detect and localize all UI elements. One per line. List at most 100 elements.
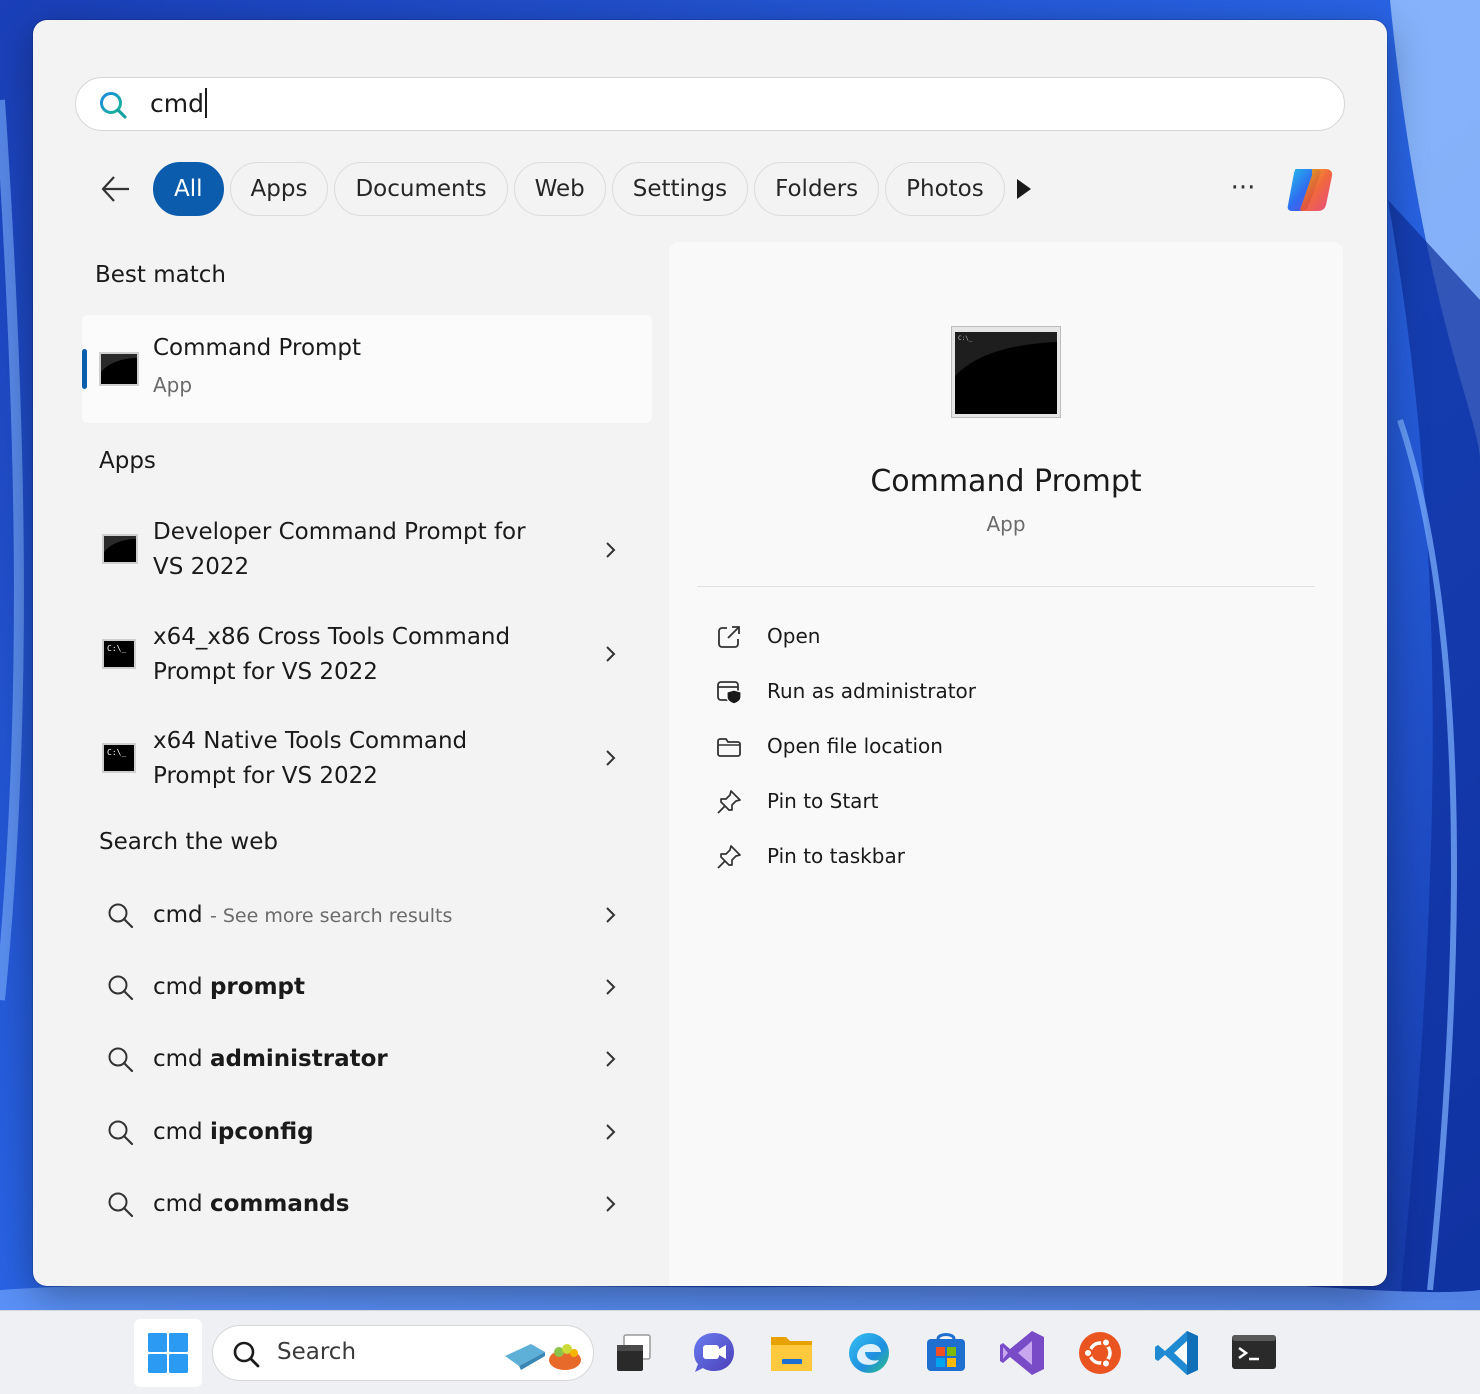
action-open-file-location[interactable]: Open file location (715, 728, 1115, 768)
action-label: Pin to Start (767, 789, 879, 813)
app-name-line: x64_x86 Cross Tools Command (153, 624, 511, 650)
chevron-right-icon[interactable] (602, 1194, 618, 1214)
filter-tabs: All Apps Documents Web Settings Folders … (153, 162, 1005, 218)
tab-web[interactable]: Web (513, 162, 606, 216)
web-query: cmd (153, 902, 203, 928)
command-prompt-icon: C:\_ (951, 326, 1061, 418)
ubuntu-button[interactable] (1074, 1327, 1126, 1379)
action-label: Pin to taskbar (767, 844, 905, 868)
action-pin-to-start[interactable]: Pin to Start (715, 783, 1115, 823)
best-match-item[interactable]: Command Prompt App (82, 315, 652, 423)
app-name-line: Prompt for VS 2022 (153, 659, 378, 685)
web-query: cmd (153, 1119, 203, 1145)
taskbar: Search (0, 1310, 1480, 1394)
terminal-button[interactable] (1228, 1327, 1280, 1379)
divider (697, 586, 1315, 587)
text-caret (204, 88, 207, 118)
taskbar-search-label: Search (277, 1339, 357, 1365)
scroll-right-icon[interactable] (1007, 172, 1041, 206)
search-icon (108, 1120, 134, 1146)
web-query: cmd (153, 1191, 203, 1217)
teams-icon (694, 1333, 734, 1372)
search-panel: cmd All Apps Documents Web Settings Fold… (33, 20, 1387, 1286)
web-result[interactable]: cmd administrator (82, 1040, 652, 1080)
web-result-see-more[interactable]: cmd - See more search results (82, 896, 652, 936)
tab-all[interactable]: All (153, 162, 224, 216)
vscode-icon (1155, 1331, 1198, 1375)
chevron-right-icon[interactable] (602, 540, 618, 560)
web-result[interactable]: cmd ipconfig (82, 1113, 652, 1153)
back-arrow-icon[interactable] (99, 172, 133, 206)
windows-logo-icon (148, 1333, 188, 1373)
task-view-icon (617, 1334, 651, 1371)
folder-icon (717, 738, 741, 757)
best-match-heading: Best match (95, 262, 226, 288)
list-item-x64-x86-cross-tools[interactable]: C:\_ x64_x86 Cross Tools Command Prompt f… (82, 617, 652, 695)
command-prompt-icon (99, 352, 139, 386)
web-query-suggestion: prompt (209, 974, 306, 1000)
search-icon (108, 1192, 134, 1218)
chevron-right-icon[interactable] (602, 644, 618, 664)
web-result[interactable]: cmd prompt (82, 968, 652, 1008)
tab-apps[interactable]: Apps (229, 162, 329, 216)
tab-documents[interactable]: Documents (334, 162, 508, 216)
vscode-button[interactable] (1151, 1327, 1203, 1379)
search-web-heading: Search the web (99, 829, 278, 855)
web-query-suggestion: administrator (209, 1046, 388, 1072)
action-label: Run as administrator (767, 679, 977, 703)
shield-window-icon (717, 681, 742, 705)
action-open[interactable]: Open (715, 618, 1115, 658)
search-icon (108, 1047, 134, 1073)
web-query-suggestion: commands (209, 1191, 350, 1217)
chevron-right-icon[interactable] (602, 748, 618, 768)
task-view-button[interactable] (608, 1327, 660, 1379)
search-icon (108, 903, 134, 929)
search-icon (108, 975, 134, 1001)
web-query-hint: - See more search results (209, 905, 453, 927)
best-match-type: App (153, 373, 193, 397)
action-run-as-administrator[interactable]: Run as administrator (715, 673, 1115, 713)
chevron-right-icon[interactable] (602, 1049, 618, 1069)
ubuntu-icon (1079, 1332, 1121, 1374)
svg-text:C:\_: C:\_ (107, 748, 126, 757)
file-explorer-icon (771, 1337, 812, 1371)
more-options-icon[interactable]: ··· (1223, 170, 1263, 210)
chevron-right-icon[interactable] (602, 977, 618, 997)
search-icon (100, 92, 127, 119)
svg-text:C:\_: C:\_ (107, 644, 126, 653)
app-name-line: x64 Native Tools Command (153, 728, 468, 754)
app-name-line: VS 2022 (153, 554, 250, 580)
detail-title: Command Prompt (870, 464, 1142, 499)
list-item-x64-native-tools[interactable]: C:\_ x64 Native Tools Command Prompt for … (82, 721, 652, 799)
search-highlight-icon (505, 1344, 581, 1370)
tab-photos[interactable]: Photos (885, 162, 1005, 216)
chevron-right-icon[interactable] (602, 905, 618, 925)
pin-icon (717, 790, 741, 814)
list-item-developer-command-prompt[interactable]: Developer Command Prompt for VS 2022 (82, 512, 652, 590)
web-result[interactable]: cmd commands (82, 1185, 652, 1225)
action-pin-to-taskbar[interactable]: Pin to taskbar (715, 838, 1115, 878)
visual-studio-icon (1000, 1331, 1044, 1375)
copilot-icon[interactable] (1282, 161, 1338, 217)
tab-folders[interactable]: Folders (754, 162, 880, 216)
web-query: cmd (153, 974, 203, 1000)
store-icon (927, 1333, 965, 1371)
search-icon (233, 1341, 260, 1368)
app-name-line: Developer Command Prompt for (153, 519, 526, 545)
app-name-line: Prompt for VS 2022 (153, 763, 378, 789)
tab-settings[interactable]: Settings (611, 162, 749, 216)
chevron-right-icon[interactable] (602, 1122, 618, 1142)
visual-studio-button[interactable] (996, 1327, 1048, 1379)
teams-button[interactable] (688, 1327, 740, 1379)
edge-icon (849, 1333, 889, 1373)
taskbar-search-box[interactable]: Search (212, 1325, 594, 1381)
web-query: cmd (153, 1046, 203, 1072)
file-explorer-button[interactable] (766, 1327, 818, 1379)
edge-button[interactable] (843, 1327, 895, 1379)
start-button[interactable] (134, 1319, 202, 1387)
microsoft-store-button[interactable] (920, 1327, 972, 1379)
action-label: Open file location (767, 734, 943, 758)
search-box[interactable]: cmd (75, 77, 1345, 131)
terminal-icon (1232, 1335, 1276, 1369)
search-input[interactable]: cmd (150, 88, 207, 120)
